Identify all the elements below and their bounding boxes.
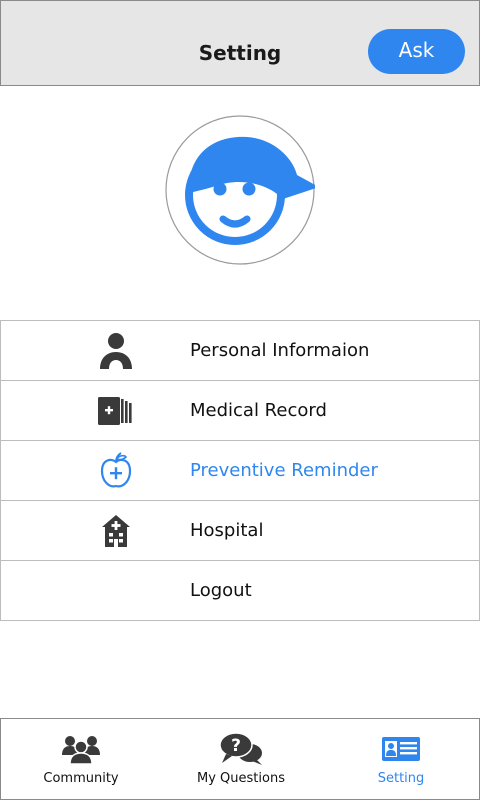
user-avatar-icon <box>165 115 319 265</box>
svg-text:?: ? <box>231 736 241 756</box>
medical-record-icon <box>96 392 136 430</box>
apple-plus-icon <box>96 452 136 490</box>
menu-item-label: Hospital <box>190 520 264 541</box>
hospital-icon <box>96 512 136 550</box>
setting-card-icon <box>321 732 480 766</box>
menu-item-label: Logout <box>190 580 252 601</box>
menu-item-hospital[interactable]: Hospital <box>0 500 480 560</box>
menu-item-label: Preventive Reminder <box>190 460 378 481</box>
tab-my-questions[interactable]: ? My Questions <box>161 719 321 799</box>
top-bar: Setting Ask <box>0 0 480 86</box>
person-icon <box>96 332 136 370</box>
menu-item-label: Personal Informaion <box>190 340 370 361</box>
tab-label: My Questions <box>197 771 285 786</box>
menu-item-label: Medical Record <box>190 400 327 421</box>
question-bubble-icon: ? <box>161 732 321 766</box>
tab-setting[interactable]: Setting <box>321 719 480 799</box>
tab-label: Setting <box>377 771 425 786</box>
menu-item-preventive-reminder[interactable]: Preventive Reminder <box>0 440 480 500</box>
menu-item-logout[interactable]: Logout <box>0 560 480 621</box>
tab-community[interactable]: Community <box>1 719 161 799</box>
avatar[interactable] <box>165 115 319 265</box>
bottom-tab-bar: Community ? My Questions Setting <box>0 718 480 800</box>
ask-button[interactable]: Ask <box>368 29 465 74</box>
settings-menu: Personal Informaion Medical Record Preve… <box>0 320 480 621</box>
menu-item-medical-record[interactable]: Medical Record <box>0 380 480 440</box>
tab-label: Community <box>43 771 119 786</box>
community-icon <box>1 732 161 766</box>
menu-item-personal-information[interactable]: Personal Informaion <box>0 320 480 380</box>
